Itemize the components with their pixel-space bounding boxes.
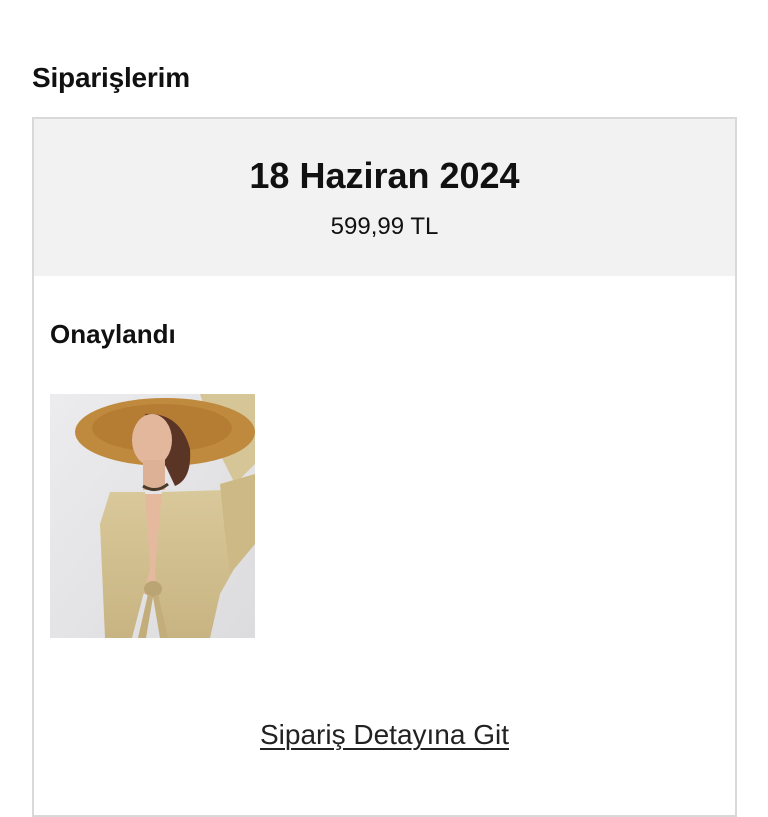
product-photo — [50, 394, 255, 638]
order-status: Onaylandı — [50, 319, 176, 349]
page-title: Siparişlerim — [32, 62, 190, 93]
order-date: 18 Haziran 2024 — [249, 155, 520, 196]
order-card: 18 Haziran 2024 599,99 TL Onaylandı Sipa… — [32, 117, 737, 817]
order-detail-link[interactable]: Sipariş Detayına Git — [34, 719, 735, 751]
order-header: 18 Haziran 2024 599,99 TL — [34, 119, 735, 276]
order-total: 599,99 TL — [330, 213, 439, 240]
product-thumbnail[interactable] — [50, 394, 255, 638]
